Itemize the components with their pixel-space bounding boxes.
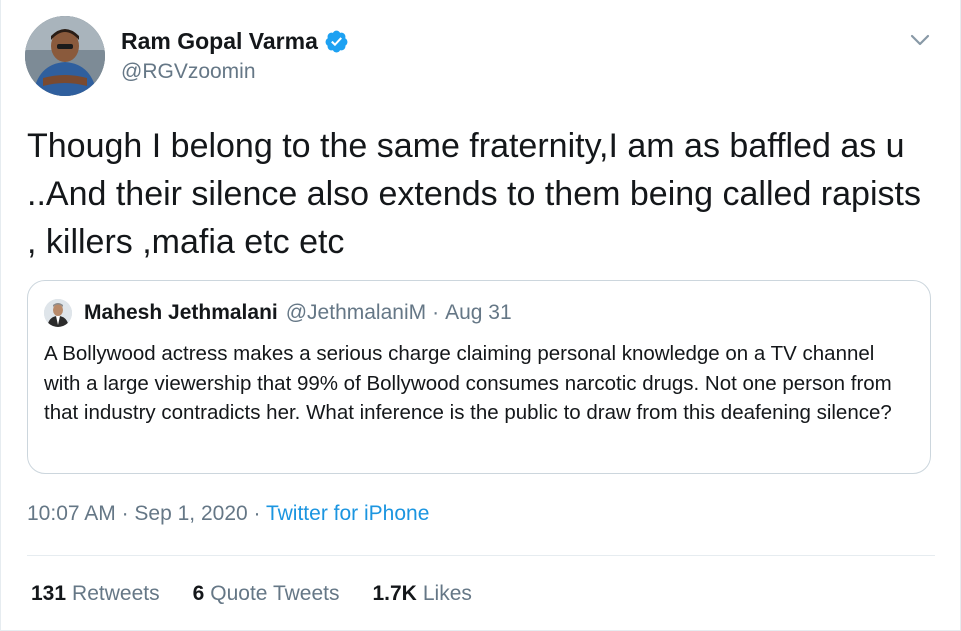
quoted-tweet[interactable]: Mahesh Jethmalani @JethmalaniM · Aug 31 … <box>27 280 931 474</box>
likes-stat[interactable]: 1.7K Likes <box>372 582 471 606</box>
tweet-stats: 131 Retweets 6 Quote Tweets 1.7K Likes <box>31 582 505 606</box>
author-photo <box>25 16 105 96</box>
divider <box>27 555 935 556</box>
tweet-metadata: 10:07 AM · Sep 1, 2020 · Twitter for iPh… <box>27 502 429 526</box>
author-avatar[interactable] <box>25 16 105 96</box>
tweet-text: Though I belong to the same fraternity,I… <box>27 127 921 261</box>
retweets-label: Retweets <box>72 582 160 605</box>
quoted-author-photo <box>44 299 72 327</box>
likes-label: Likes <box>422 582 472 605</box>
likes-count: 1.7K <box>372 582 417 605</box>
tweet-card: Ram Gopal Varma @RGVzoomin Though I belo… <box>0 0 961 631</box>
quoted-tweet-header: Mahesh Jethmalani @JethmalaniM · Aug 31 <box>44 299 512 327</box>
quote-tweets-label: Quote Tweets <box>210 582 340 605</box>
meta-separator: · <box>247 502 266 525</box>
quoted-author-handle: @JethmalaniM <box>285 301 427 324</box>
tweet-date[interactable]: Sep 1, 2020 <box>134 502 247 525</box>
tweet-source-link[interactable]: Twitter for iPhone <box>266 502 429 525</box>
retweets-stat[interactable]: 131 Retweets <box>31 582 160 606</box>
author-name[interactable]: Ram Gopal Varma <box>121 28 349 55</box>
quote-tweets-stat[interactable]: 6 Quote Tweets <box>193 582 340 606</box>
chevron-down-icon[interactable] <box>908 30 932 50</box>
author-handle[interactable]: @RGVzoomin <box>121 60 256 84</box>
retweets-count: 131 <box>31 582 67 605</box>
author-name-text[interactable]: Ram Gopal Varma <box>121 28 318 55</box>
quoted-author-avatar <box>44 299 72 327</box>
quoted-tweet-text: A Bollywood actress makes a serious char… <box>44 342 892 424</box>
quote-tweets-count: 6 <box>192 582 205 605</box>
verified-badge-icon <box>325 30 348 53</box>
quoted-separator: · <box>432 301 440 324</box>
meta-separator: · <box>115 502 135 525</box>
tweet-time[interactable]: 10:07 AM <box>27 502 116 525</box>
quoted-date: Aug 31 <box>445 301 512 324</box>
quoted-author-name: Mahesh Jethmalani <box>84 301 278 324</box>
